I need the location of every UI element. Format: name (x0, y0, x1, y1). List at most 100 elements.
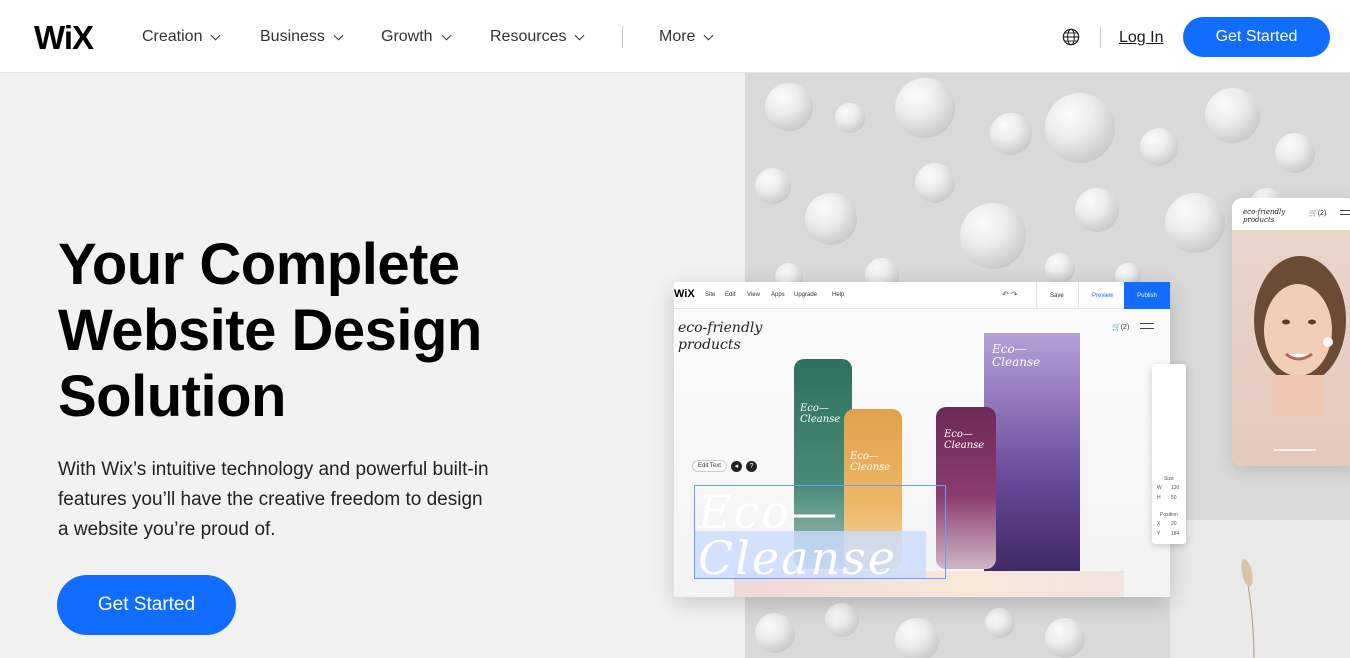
green-bottle-label-line: Cleanse (800, 414, 841, 425)
panel-w-value: 120 (1171, 485, 1180, 491)
panel-x-value: 20 (1171, 521, 1177, 527)
phone-cart-count: (2) (1317, 210, 1327, 217)
nav-business-label: Business (260, 28, 325, 45)
bubble (960, 203, 1026, 269)
bubble (1075, 188, 1119, 232)
undo-redo-icon: ↶ ↷ (1002, 290, 1018, 299)
editor-canvas: eco-friendly products 🛒(2) Eco— Cleanse … (674, 309, 1170, 597)
orange-bottle-label: Eco— Cleanse (850, 451, 890, 473)
hero-subtitle-line: a website you’re proud of. (58, 519, 276, 540)
edit-text-toolbar: Edit Text ◂ ? (692, 460, 757, 472)
edit-text-pill: Edit Text (692, 460, 727, 472)
editor-menu-item: Edit (725, 292, 736, 298)
headline-line: Cleanse (698, 531, 898, 585)
panel-h-label: H (1157, 495, 1161, 501)
toolbar-separator (1078, 282, 1079, 309)
panel-y-value: 184 (1171, 531, 1180, 537)
orange-bottle-label-line: Eco— (850, 451, 879, 462)
phone-brand-text: eco-friendly products (1243, 208, 1285, 224)
bubble (765, 83, 813, 131)
panel-size-label: Size (1164, 476, 1174, 482)
chevron-down-icon (333, 30, 344, 40)
nav-creation[interactable]: Creation (142, 27, 221, 47)
editor-mockup: WiX Site Edit View Apps Upgrade Help ↶ ↷… (674, 282, 1170, 597)
panel-y-label: Y (1157, 531, 1161, 537)
bubble (1045, 618, 1085, 658)
globe-icon[interactable] (1062, 28, 1080, 46)
plum-bottle-label-line: Cleanse (944, 440, 985, 451)
panel-w-label: W (1157, 485, 1162, 491)
hero-title-line: Solution (58, 364, 286, 429)
bubble (895, 78, 955, 138)
chevron-down-icon (704, 30, 714, 40)
nav-resources-label: Resources (490, 28, 567, 45)
editor-menu-item: Help (832, 292, 845, 298)
nav-more[interactable]: More (659, 27, 714, 47)
bubble (915, 163, 955, 203)
site-cart: 🛒(2) (1112, 324, 1130, 331)
editor-preview: Preview (1092, 293, 1114, 299)
mobile-preview-mockup: eco-friendly products 🛒(2) (1232, 198, 1350, 466)
login-link[interactable]: Log In (1119, 28, 1163, 48)
panel-h-value: 50 (1171, 495, 1177, 501)
site-brand-line: eco-friendly (678, 320, 763, 336)
chevron-down-icon (211, 30, 221, 40)
toolbar-separator (1036, 282, 1037, 309)
hero-subtitle-line: With Wix’s intuitive technology and powe… (58, 459, 489, 480)
editor-tool-panel: Size W 120 H 50 Position X 20 Y 184 (1152, 364, 1186, 544)
bubble (755, 613, 795, 653)
dried-plant-image (1241, 559, 1255, 658)
orange-bottle-label-line: Cleanse (850, 462, 891, 473)
bubble (990, 113, 1032, 155)
nav-growth-label: Growth (381, 28, 433, 45)
bubble (825, 603, 859, 637)
editor-save: Save (1050, 293, 1064, 299)
product-box-label-line: Cleanse (992, 355, 1041, 369)
phone-hamburger-icon (1340, 210, 1350, 215)
editor-toolbar: WiX Site Edit View Apps Upgrade Help ↶ ↷… (674, 282, 1170, 309)
wix-logo[interactable]: WiX (34, 20, 94, 56)
editor-menu-item: Apps (771, 292, 785, 298)
hero-subtitle: With Wix’s intuitive technology and powe… (58, 455, 558, 545)
chevron-down-icon (575, 30, 585, 40)
bubble (985, 608, 1015, 638)
header-get-started-button[interactable]: Get Started (1183, 17, 1330, 57)
green-bottle-label-line: Eco— (800, 403, 829, 414)
nav-divider (622, 26, 623, 48)
site-cart-count: (2) (1120, 324, 1130, 331)
headline-text: Eco— Cleanse (698, 489, 897, 581)
header-divider (1100, 26, 1101, 48)
nav-growth[interactable]: Growth (381, 27, 452, 47)
bubble (1205, 88, 1260, 143)
site-hamburger-icon (1140, 323, 1154, 329)
chevron-down-icon (441, 30, 452, 40)
model-portrait-image (1232, 230, 1350, 466)
hero-get-started-button[interactable]: Get Started (57, 575, 236, 635)
nav-resources[interactable]: Resources (490, 27, 585, 47)
site-brand-line: products (678, 337, 741, 353)
editor-logo: WiX (674, 288, 695, 300)
nav-business[interactable]: Business (260, 27, 344, 47)
green-bottle-label: Eco— Cleanse (800, 403, 840, 425)
editor-menu-item: View (747, 292, 760, 298)
bubble (835, 103, 865, 133)
headline-line: Eco— (698, 485, 840, 539)
animation-icon: ◂ (730, 460, 742, 472)
top-header: WiX Creation Business Growth Resources M… (0, 0, 1350, 73)
bubble (895, 618, 939, 658)
panel-x-label: X (1157, 521, 1161, 527)
bubble (1045, 253, 1075, 283)
phone-brand-line: products (1243, 216, 1275, 224)
phone-cart: 🛒(2) (1309, 210, 1327, 217)
bubble (805, 193, 857, 245)
product-box-label: Eco— Cleanse (992, 343, 1040, 369)
editor-menu-item: Site (705, 292, 716, 298)
site-brand-text: eco-friendly products (678, 320, 762, 354)
hero-title: Your Complete Website Design Solution (58, 232, 618, 430)
portrait-illustration (1254, 256, 1346, 451)
hero-subtitle-line: features you’ll have the creative freedo… (58, 489, 483, 510)
bubble (1165, 193, 1225, 253)
bubble (1045, 93, 1115, 163)
editor-menu-item: Upgrade (794, 292, 818, 298)
nav-more-label: More (659, 28, 696, 45)
